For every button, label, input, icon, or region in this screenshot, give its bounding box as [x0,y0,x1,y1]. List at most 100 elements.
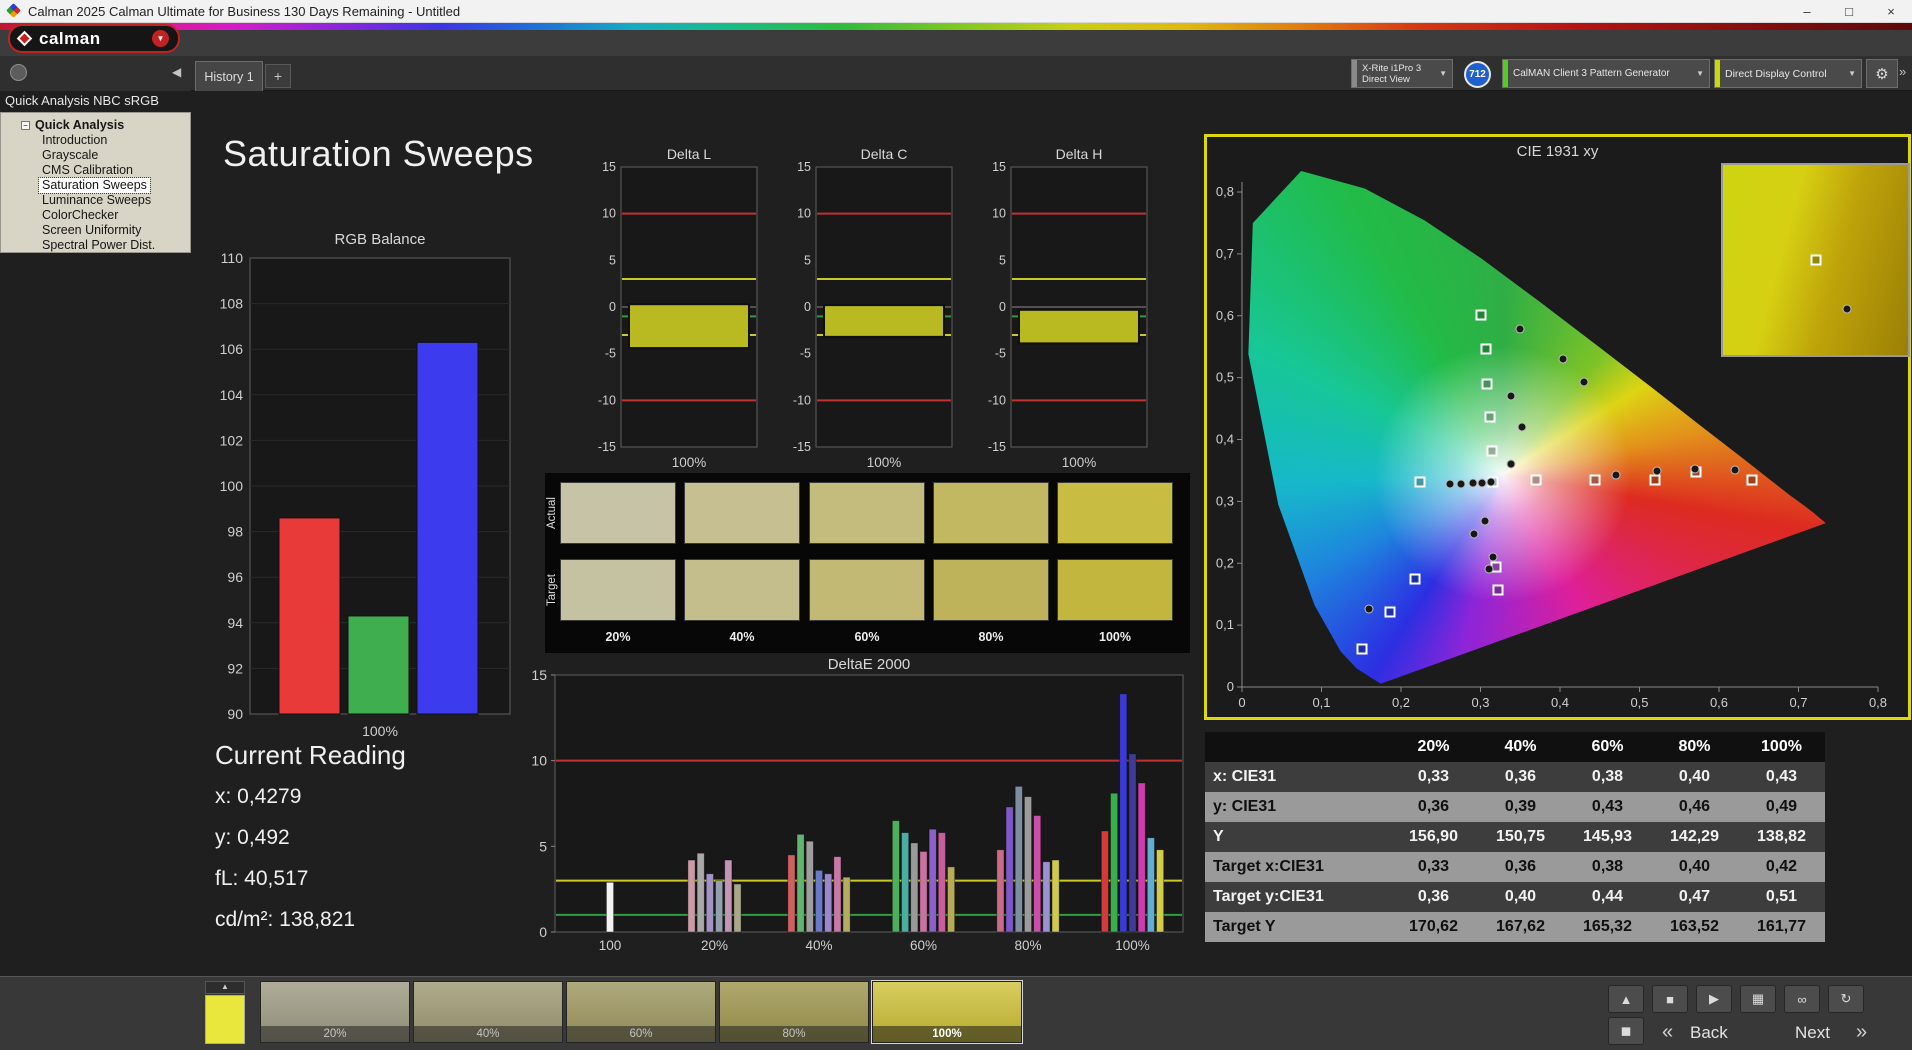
cie-measured-point [1480,516,1490,526]
back-button[interactable]: Back [1690,1023,1728,1043]
sidebar-item-saturation-sweeps[interactable]: Saturation Sweeps [38,177,151,194]
color-swatch [809,559,925,621]
chart-title: RGB Balance [335,231,426,248]
display-control-dropdown[interactable]: Direct Display Control ▼ [1714,59,1862,88]
results-value: 163,52 [1651,912,1738,942]
sidebar-item-introduction[interactable]: Introduction [39,133,110,148]
sidebar-root-item[interactable]: − Quick Analysis [1,117,190,133]
play-button[interactable]: ▶ [1696,985,1732,1013]
y-axis-label: -15 [598,440,616,454]
results-value: 0,38 [1564,762,1651,792]
pattern-source-label: CalMAN Client 3 Pattern Generator [1513,68,1670,79]
deltae-bar [1128,753,1137,933]
blue-bar [416,341,479,715]
results-col-header: 100% [1738,732,1825,762]
x-axis-label: 40% [805,938,832,953]
reading-y: y: 0,492 [215,826,290,849]
save-button[interactable]: ▦ [1740,985,1776,1013]
meter-dropdown[interactable]: X-Rite i1Pro 3 Direct View ▼ [1351,59,1453,88]
minimize-button[interactable]: – [1786,0,1828,23]
calman-logo-text: calman [39,28,101,48]
cie-target-point [1409,573,1421,585]
meter-count-badge[interactable]: 712 [1464,61,1491,88]
results-value: 0,36 [1390,882,1477,912]
deltae-bar [901,832,910,933]
swatch-col-label: 40% [729,630,755,644]
deltae-bar [891,820,900,933]
deltae-bar [1014,785,1023,933]
y-axis-label: 100 [220,478,244,494]
sidebar-item-colorchecker[interactable]: ColorChecker [39,208,121,223]
color-swatch [560,559,676,621]
next-chevron-icon[interactable]: » [1856,1021,1867,1044]
cie-measured-point [1445,479,1455,489]
results-value: 0,49 [1738,792,1825,822]
results-row: Y 156,90 150,75 145,93 142,29 138,82 [1205,822,1825,852]
red-bar [278,517,341,715]
color-swatch [684,559,800,621]
y-axis-label: 5 [609,253,616,267]
reading-fl: fL: 40,517 [215,867,309,890]
y-axis-label: 104 [220,387,244,403]
cie-zoom-inset [1721,163,1910,357]
y-axis-label: 15 [992,160,1006,174]
chevron-down-icon: ▼ [1696,69,1704,78]
close-button[interactable]: × [1870,0,1912,23]
back-chevron-icon[interactable]: « [1662,1021,1673,1044]
sidebar-item-screen-uniformity[interactable]: Screen Uniformity [39,223,144,238]
pattern-control-bar: ▲ « Back Next » 20% 40% 60% 80% 100% ▲ ◼ ■ ▶ ▦ ∞ ↻ [0,976,1912,1050]
pattern-level-button-40%[interactable]: 40% [413,981,563,1043]
pattern-level-button-60%[interactable]: 60% [566,981,716,1043]
results-value: 0,36 [1477,852,1564,882]
collapse-sidebar-icon[interactable]: ◀ [172,65,181,79]
results-value: 0,40 [1477,882,1564,912]
pattern-window-button[interactable]: ▲ [205,981,245,1045]
pattern-level-button-80%[interactable]: 80% [719,981,869,1043]
calman-menu-button[interactable]: calman ▼ [8,24,180,53]
cie-target-point [1486,445,1498,457]
color-swatch [560,482,676,544]
deltae-bar [606,881,615,933]
deltae-bar [1156,849,1165,933]
stop-button[interactable]: ■ [1652,985,1688,1013]
cie-target-point [1481,378,1493,390]
fullscreen-button[interactable]: ◼ [1608,1017,1644,1045]
results-value: 0,40 [1651,852,1738,882]
loop-button[interactable]: ∞ [1784,985,1820,1013]
add-tab-button[interactable]: + [265,64,291,88]
page-title: Saturation Sweeps [223,133,534,174]
refresh-button[interactable]: ↻ [1828,985,1864,1013]
pattern-source-dropdown[interactable]: CalMAN Client 3 Pattern Generator ▼ [1502,59,1710,88]
sidebar-item-spectral-power-dist-[interactable]: Spectral Power Dist. [39,238,158,253]
cie-target-point [1384,606,1396,618]
deltae-bar [1042,861,1051,933]
pattern-level-button-100%[interactable]: 100% [871,980,1023,1044]
cie-target-point [1484,411,1496,423]
overflow-chevron-icon[interactable]: » [1899,64,1906,79]
y-axis-label: 108 [220,296,244,312]
cie-measured-point [1477,478,1487,488]
y-axis-label: 98 [227,524,243,540]
tab-history-1[interactable]: History 1 [195,61,263,91]
saturation-results-table: 20% 40% 60% 80% 100% x: CIE31 0,33 0,36 0,38 0,40… [1205,732,1825,942]
plot-area [554,674,1184,933]
workflow-menu-button[interactable] [10,64,27,81]
results-row-label: Target y:CIE31 [1205,882,1390,912]
next-button[interactable]: Next [1795,1023,1830,1043]
pattern-level-button-20%[interactable]: 20% [260,981,410,1043]
deltae-bar [705,873,714,933]
cie-target-point [1492,584,1504,596]
sidebar-item-cms-calibration[interactable]: CMS Calibration [39,163,136,178]
sidebar-item-grayscale[interactable]: Grayscale [39,148,101,163]
title-bar: Calman 2025 Calman Ultimate for Business… [0,0,1912,23]
popout-button[interactable]: ▲ [1608,985,1644,1013]
pattern-color-swatch [205,995,245,1044]
results-value: 0,36 [1390,792,1477,822]
settings-button[interactable]: ⚙ [1866,59,1898,88]
tree-expander-icon[interactable]: − [21,120,30,130]
deltae-bar [724,859,733,933]
sidebar-item-luminance-sweeps[interactable]: Luminance Sweeps [39,193,154,208]
deltae-bar [1024,796,1033,933]
cie-measured-point [1456,479,1466,489]
maximize-button[interactable]: □ [1828,0,1870,23]
